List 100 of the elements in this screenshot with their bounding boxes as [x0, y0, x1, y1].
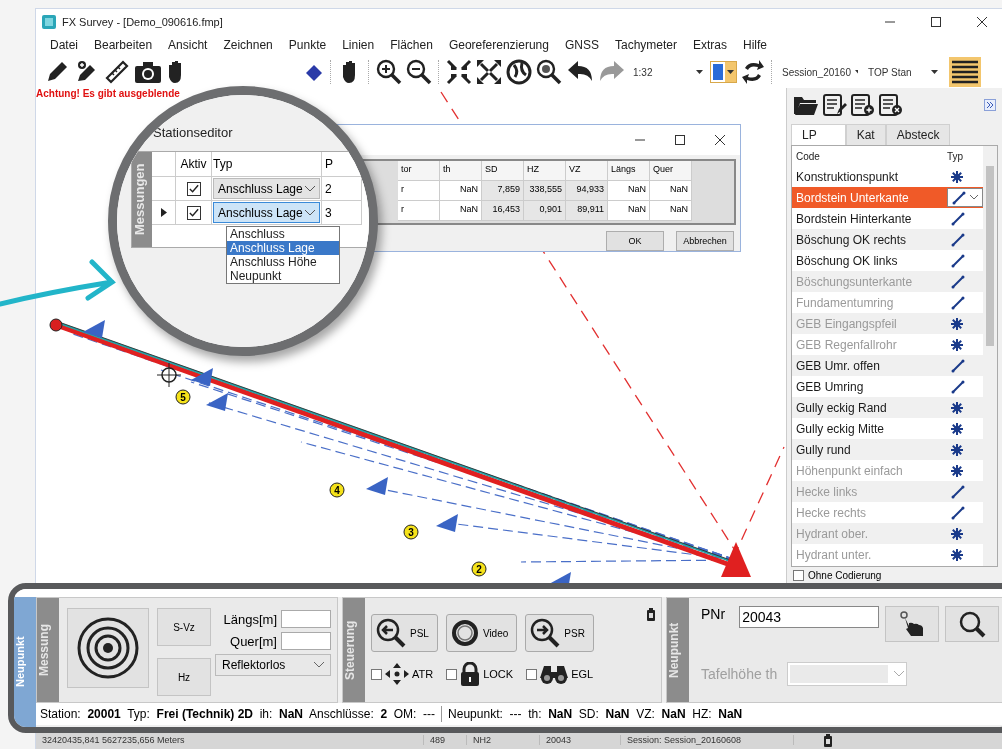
point-marker: 4	[329, 482, 345, 498]
collapse-panel-icon[interactable]	[984, 99, 996, 111]
status-text: 32420435,841 5627235,656 Meters	[36, 735, 424, 745]
code-list-item[interactable]: Gully rund	[792, 439, 983, 460]
code-list-item[interactable]: Konstruktionspunkt	[792, 166, 983, 187]
ruler-icon[interactable]	[104, 59, 130, 85]
table-cell: 2	[322, 177, 362, 201]
dropdown-option[interactable]: Anschluss	[227, 227, 339, 241]
station-symbol	[156, 362, 182, 388]
field-label: PNr	[701, 606, 726, 622]
control-button[interactable]: PSL	[371, 614, 438, 652]
scrollbar[interactable]	[983, 146, 997, 566]
code-list-item[interactable]: GEB Umring	[792, 376, 983, 397]
code-list-item[interactable]: GEB Umr. offen	[792, 355, 983, 376]
menu-item[interactable]: Zeichnen	[215, 38, 281, 52]
checkbox[interactable]	[446, 668, 458, 680]
menu-item[interactable]: Linien	[334, 38, 383, 52]
menu-item[interactable]: GNSS	[556, 38, 607, 52]
shrink-arrows-icon[interactable]	[446, 59, 472, 85]
dropdown-option[interactable]: Anschluss Lage	[227, 241, 339, 255]
menu-item[interactable]: Hilfe	[735, 38, 776, 52]
measure-option-button[interactable]: S-Vz	[157, 608, 211, 646]
column-header: Aktiv	[176, 152, 212, 177]
row-header-cell[interactable]	[152, 177, 176, 201]
status-text: NH2	[467, 735, 540, 745]
mode-dropdown[interactable]: Reflektorlos	[215, 654, 331, 676]
list-add-icon[interactable]	[851, 94, 875, 116]
menu-item[interactable]: Bearbeiten	[86, 38, 161, 52]
refresh-icon[interactable]	[741, 59, 765, 85]
globe-icon[interactable]	[506, 59, 532, 85]
checkbox[interactable]	[186, 181, 201, 196]
column-header: tor	[398, 161, 440, 181]
tab[interactable]: Absteck	[885, 124, 951, 145]
info-text: Neupunkt: --- th: NaN SD: NaN VZ: NaN HZ: NaN	[448, 707, 743, 721]
color-dropdown[interactable]	[710, 61, 737, 83]
dropdown-option[interactable]: Anschluss Höhe	[227, 255, 339, 269]
code-list-item[interactable]: Böschung OK links	[792, 250, 983, 271]
status-text: 489	[424, 735, 467, 745]
direction-arrow	[206, 393, 228, 411]
row-header-cell[interactable]	[152, 201, 176, 225]
measure-option-button[interactable]: Hz	[157, 658, 211, 696]
menu-item[interactable]: Extras	[685, 38, 735, 52]
station-triangle	[721, 542, 751, 577]
zoom-in-icon[interactable]	[376, 59, 402, 85]
menu-item[interactable]: Tachymeter	[606, 38, 685, 52]
checkbox[interactable]	[526, 668, 538, 680]
checkbox-label: EGL	[571, 668, 594, 680]
checkbox[interactable]	[186, 205, 201, 220]
code-list-item[interactable]: Bordstein Hinterkante	[792, 208, 983, 229]
status-text: Session: Session_20160608	[621, 735, 794, 745]
camera-icon[interactable]	[134, 59, 162, 85]
checkbox[interactable]	[371, 668, 382, 680]
menu-item[interactable]: Flächen	[382, 38, 441, 52]
maximize-icon	[675, 135, 685, 145]
table-cell: 0,901	[524, 201, 566, 221]
dropdown-option[interactable]: Neupunkt	[227, 269, 339, 283]
code-list-item[interactable]: Gully eckig Mitte	[792, 418, 983, 439]
pick-point-button[interactable]	[885, 606, 940, 642]
type-dropdown[interactable]: Anschluss Lage	[213, 178, 320, 199]
dropdown-arrow-icon	[727, 70, 734, 74]
direction-arrow	[366, 477, 388, 495]
input-field[interactable]	[281, 610, 331, 628]
folder-icon[interactable]	[793, 94, 819, 116]
lock-icon	[460, 662, 481, 686]
list-edit-icon[interactable]	[823, 94, 847, 116]
code-list-item[interactable]: Gully eckig Rand	[792, 397, 983, 418]
search-button[interactable]	[945, 606, 1000, 642]
control-button[interactable]: PSR	[525, 614, 594, 652]
dropdown-arrow-icon	[931, 70, 938, 74]
expand-arrows-icon[interactable]	[476, 59, 502, 85]
menu-item[interactable]: Ansicht	[160, 38, 216, 52]
menu-icon[interactable]	[949, 57, 981, 87]
maximize-icon	[931, 16, 941, 27]
menu-item[interactable]: Georeferenzierung	[440, 38, 557, 52]
column-header: th	[440, 161, 482, 181]
section-label: Messungen	[132, 152, 152, 247]
menu-item[interactable]: Datei	[42, 38, 86, 52]
type-dropdown[interactable]: Anschluss Lage	[213, 202, 320, 223]
point-number-field[interactable]: 20043	[739, 606, 880, 628]
direction-arrow	[436, 514, 458, 532]
table-cell: 94,933	[566, 181, 608, 201]
input-field[interactable]	[281, 632, 331, 650]
table-cell: NaN	[440, 181, 482, 201]
zoom-out-icon[interactable]	[406, 59, 432, 85]
measure-button[interactable]	[67, 608, 149, 688]
row-header-cell	[152, 152, 176, 177]
control-button[interactable]: Video	[445, 614, 518, 652]
list-remove-icon[interactable]	[879, 94, 903, 116]
dropdown-arrow-icon	[696, 70, 703, 74]
start-point	[49, 318, 63, 332]
search-icon[interactable]	[536, 59, 562, 85]
battery-icon	[647, 608, 655, 621]
dialog-button[interactable]: Abbrechen	[676, 231, 734, 251]
column-header: Code	[795, 150, 821, 162]
tab[interactable]: Kat	[845, 124, 886, 145]
checkbox[interactable]	[793, 570, 804, 581]
tab[interactable]: LP	[791, 124, 846, 145]
menu-item[interactable]: Punkte	[280, 38, 335, 52]
dialog-button[interactable]: OK	[606, 231, 664, 251]
code-list-item[interactable]: Böschung OK rechts	[792, 229, 983, 250]
